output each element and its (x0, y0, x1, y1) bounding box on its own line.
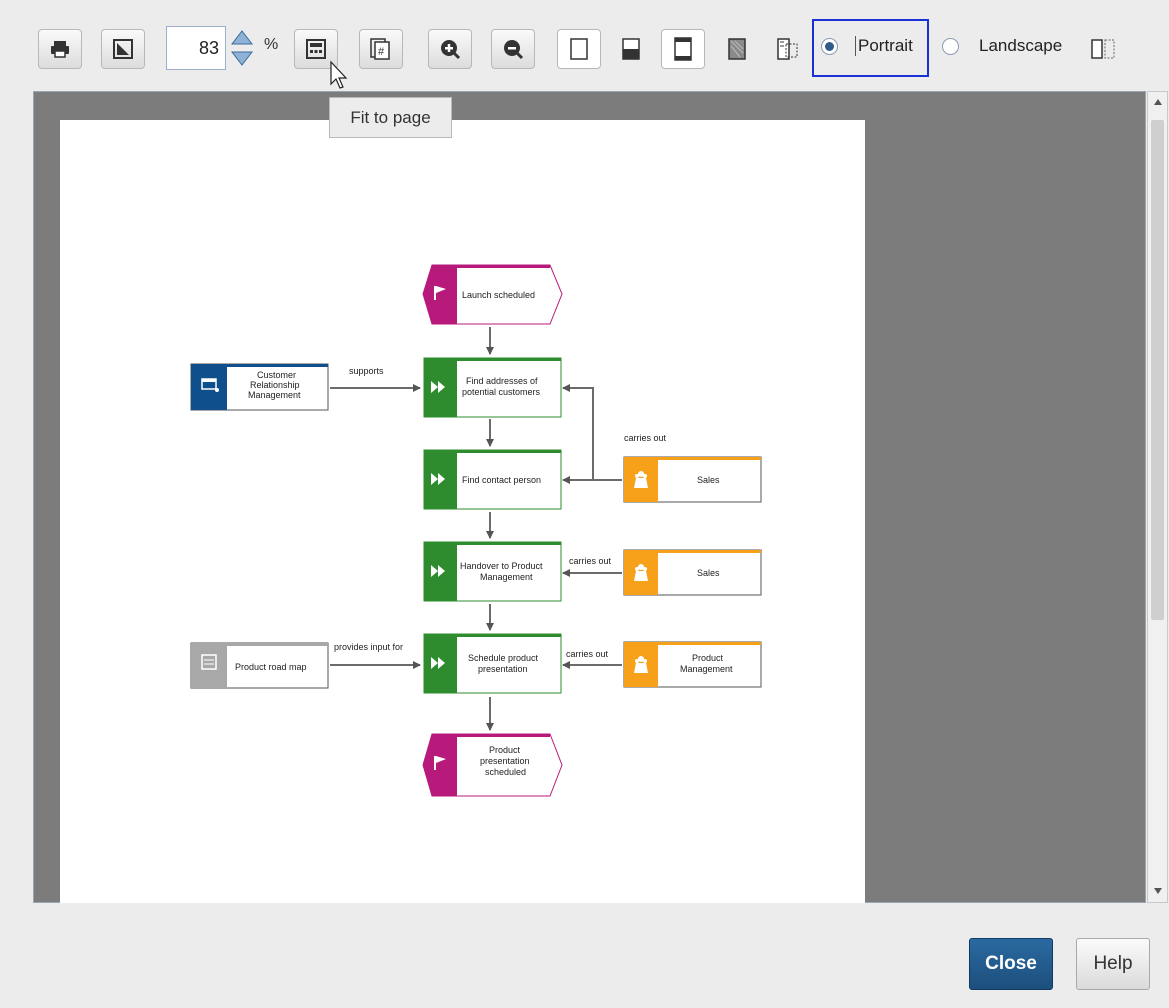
edge-label-carries-out: carries out (569, 556, 612, 566)
function-handover: Handover to Product Management (423, 541, 562, 602)
print-grid-icon (777, 38, 798, 60)
page-border-button[interactable] (661, 29, 705, 69)
document-product-road-map: Product road map (190, 642, 329, 689)
process-diagram: supports carries out carries out carries… (190, 264, 762, 797)
function-label: Find addresses of potential customers (462, 376, 541, 397)
zoom-out-icon (504, 40, 524, 60)
zoom-unit: % (264, 36, 279, 53)
scrollbar-thumb[interactable] (1151, 120, 1164, 620)
close-button[interactable]: Close (969, 938, 1053, 990)
svg-text:#: # (378, 46, 385, 58)
page-numbering-icon: # (370, 38, 390, 60)
system-crm: Customer Relationship Management (190, 363, 329, 411)
document-label: Product road map (235, 662, 307, 672)
vertical-scrollbar[interactable] (1147, 91, 1168, 903)
preview-page: supports carries out carries out carries… (60, 120, 865, 903)
mouse-cursor-icon (330, 60, 348, 89)
header-footer-icon (622, 38, 640, 60)
tooltip: Fit to page (329, 97, 452, 138)
page-split-icon (1091, 39, 1115, 59)
connector (562, 384, 622, 481)
scroll-up-icon[interactable] (1153, 98, 1163, 106)
page-numbering-button[interactable]: # (359, 29, 403, 69)
page-split-button[interactable] (1088, 32, 1118, 66)
print-preview-toolbar: 83 % # Portrait Landscape (0, 0, 1169, 92)
edge-label-supports: supports (349, 366, 384, 376)
zoom-in-button[interactable] (428, 29, 472, 69)
function-schedule-presentation: Schedule product presentation (423, 633, 562, 694)
close-label: Close (985, 953, 1037, 974)
print-icon (51, 41, 69, 58)
spinner-arrows-icon (230, 30, 254, 66)
landscape-radio[interactable] (942, 38, 959, 55)
print-button[interactable] (38, 29, 82, 69)
zoom-value: 83 (198, 38, 219, 58)
function-find-contact-person: Find contact person (423, 449, 562, 510)
org-label: Sales (697, 475, 720, 485)
org-unit-sales-1: Sales (623, 456, 762, 503)
landscape-label[interactable]: Landscape (979, 36, 1062, 56)
edge-label-provides-input: provides input for (334, 642, 403, 652)
org-label: Sales (697, 568, 720, 578)
function-label: Find contact person (462, 475, 541, 485)
background-pattern-icon (728, 38, 746, 60)
page-border-icon (674, 37, 692, 61)
focus-indicator (812, 19, 929, 77)
zoom-input[interactable]: 83 (166, 26, 226, 70)
background-pattern-button[interactable] (722, 32, 752, 66)
fit-to-page-icon (306, 39, 326, 59)
blank-page-button[interactable] (557, 29, 601, 69)
page-setup-icon (113, 39, 133, 59)
header-footer-button[interactable] (616, 32, 646, 66)
edge-label-carries-out: carries out (624, 433, 667, 443)
event-launch-scheduled: Launch scheduled (422, 264, 563, 325)
event-presentation-scheduled: Product presentation scheduled (422, 733, 563, 797)
help-label: Help (1093, 953, 1133, 974)
event-label: Launch scheduled (462, 290, 535, 300)
edge-label-carries-out: carries out (566, 649, 609, 659)
org-unit-sales-2: Sales (623, 549, 762, 596)
page-setup-button[interactable] (101, 29, 145, 69)
scroll-down-icon[interactable] (1153, 887, 1163, 895)
print-grid-button[interactable] (773, 32, 803, 66)
function-find-addresses: Find addresses of potential customers (423, 357, 562, 418)
blank-page-icon (570, 38, 588, 60)
help-button[interactable]: Help (1076, 938, 1150, 990)
org-unit-product-management: Product Management (623, 641, 762, 688)
zoom-spinner[interactable] (228, 26, 256, 70)
zoom-in-icon (441, 40, 461, 60)
zoom-out-button[interactable] (491, 29, 535, 69)
